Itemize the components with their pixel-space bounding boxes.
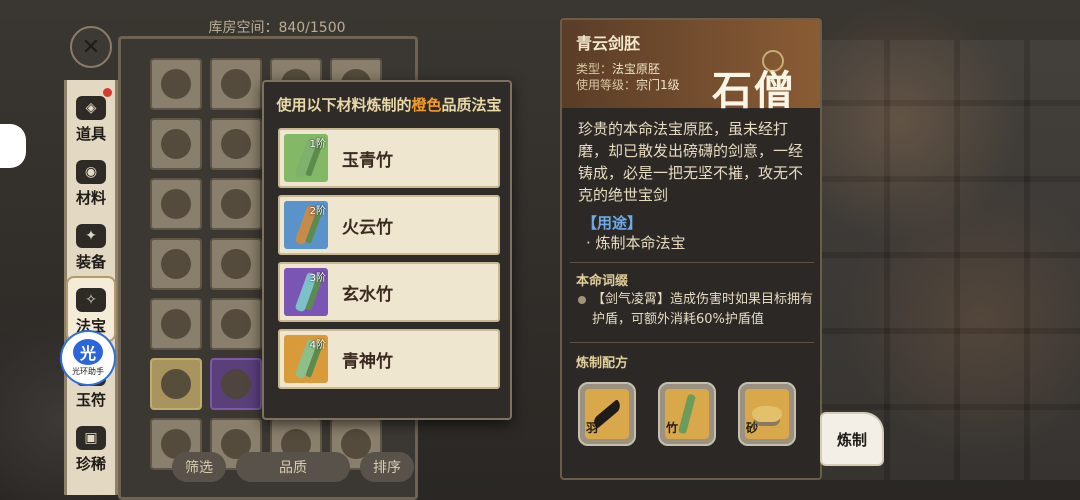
item-type: 类型：法宝原胚 — [576, 62, 661, 76]
inventory-slot[interactable] — [150, 178, 202, 230]
material-name: 火云竹 — [342, 218, 393, 238]
notification-dot — [103, 88, 112, 97]
sparkle-icon — [762, 50, 784, 72]
close-button[interactable]: ✕ — [70, 26, 112, 68]
cloud-decoration — [0, 124, 26, 168]
sort-button[interactable]: 排序 — [360, 452, 414, 482]
usage-item: · 炼制本命法宝 — [586, 234, 686, 252]
item-icon — [161, 309, 191, 339]
inventory-slot[interactable] — [210, 118, 262, 170]
category-tab-items[interactable]: ◈ 道具 — [68, 86, 114, 148]
inventory-slot[interactable] — [210, 58, 262, 110]
item-icon — [221, 189, 251, 219]
popup-title: 使用以下材料炼制的橙色品质法宝 — [276, 96, 502, 114]
item-stamp: 石僧 — [712, 67, 796, 114]
bag-icon: ◈ — [76, 96, 106, 120]
item-icon — [221, 129, 251, 159]
recipe-title: 炼制配方 — [576, 356, 629, 371]
item-description: 珍贵的本命法宝原胚，虽未经打磨，却已散发出磅礴的剑意，一经铸成，必是一把无坚不摧… — [578, 120, 804, 204]
category-label: 道具 — [75, 125, 106, 143]
treasure-icon: ✧ — [76, 288, 106, 312]
material-name: 玉青竹 — [342, 151, 393, 171]
chest-icon: ▣ — [76, 426, 106, 450]
inventory-slot[interactable] — [150, 238, 202, 290]
bamboo-icon: 3阶 — [284, 268, 328, 316]
category-tab-equipment[interactable]: ✦ 装备 — [68, 214, 114, 276]
inventory-slot[interactable] — [210, 298, 262, 350]
category-tab-rare[interactable]: ▣ 珍稀 — [68, 416, 114, 478]
item-icon — [161, 69, 191, 99]
material-popup: 使用以下材料炼制的橙色品质法宝 1阶 玉青竹 2阶 火云竹 3阶 玄水竹 4阶 … — [262, 80, 512, 420]
category-tab-materials[interactable]: ◉ 材料 — [68, 150, 114, 212]
inventory-slot[interactable] — [150, 358, 202, 410]
bamboo-icon: 1阶 — [284, 134, 328, 182]
affix-text: 【剑气凌霄】造成伤害时如果目标拥有护盾，可额外消耗60%护盾值 — [592, 292, 814, 327]
material-name: 玄水竹 — [342, 285, 393, 305]
recipe-slot-bamboo[interactable]: 竹 — [658, 382, 716, 446]
inventory-slot[interactable] — [150, 298, 202, 350]
item-icon — [161, 129, 191, 159]
item-icon — [221, 369, 251, 399]
helper-label: 光环助手 — [72, 367, 104, 376]
material-card[interactable]: 2阶 火云竹 — [278, 195, 500, 255]
recipe-slot-sand[interactable]: 砂 — [738, 382, 796, 446]
filter-button[interactable]: 筛选 — [172, 452, 226, 482]
category-tab-treasure[interactable]: ✧ 法宝 — [68, 278, 114, 340]
divider — [570, 342, 814, 343]
storage-capacity: 库房空间：840/1500 — [208, 20, 346, 36]
item-icon — [161, 249, 191, 279]
material-name: 青神竹 — [342, 352, 393, 372]
inventory-slot[interactable] — [150, 118, 202, 170]
item-icon — [221, 69, 251, 99]
helper-badge[interactable]: 光 光环助手 — [62, 332, 114, 384]
equipment-icon: ✦ — [76, 224, 106, 248]
category-label: 珍稀 — [75, 455, 106, 473]
item-icon — [161, 189, 191, 219]
bamboo-icon: 4阶 — [284, 335, 328, 383]
recipe-slot-feather[interactable]: 羽 — [578, 382, 636, 446]
inventory-slot[interactable] — [210, 358, 262, 410]
craft-button[interactable]: 炼制 — [822, 414, 882, 464]
material-icon: ◉ — [76, 160, 106, 184]
inventory-slot[interactable] — [150, 58, 202, 110]
item-icon — [161, 369, 191, 399]
divider — [570, 262, 814, 263]
category-label: 装备 — [75, 253, 106, 271]
quality-select[interactable]: 品质 — [236, 452, 350, 482]
category-label: 材料 — [75, 189, 106, 207]
inventory-slot[interactable] — [210, 178, 262, 230]
helper-icon: 光 — [73, 339, 103, 365]
bullet-icon — [578, 296, 586, 304]
item-icon — [221, 309, 251, 339]
material-card[interactable]: 4阶 青神竹 — [278, 329, 500, 389]
usage-title: 【用途】 — [582, 214, 643, 232]
item-icon — [221, 249, 251, 279]
category-label: 玉符 — [75, 391, 106, 409]
material-card[interactable]: 3阶 玄水竹 — [278, 262, 500, 322]
item-level: 使用等级：宗门1级 — [576, 78, 680, 92]
item-name: 青云剑胚 — [576, 34, 641, 53]
material-card[interactable]: 1阶 玉青竹 — [278, 128, 500, 188]
affix-title: 本命词缀 — [576, 274, 629, 289]
bamboo-icon: 2阶 — [284, 201, 328, 249]
inventory-slot[interactable] — [210, 238, 262, 290]
